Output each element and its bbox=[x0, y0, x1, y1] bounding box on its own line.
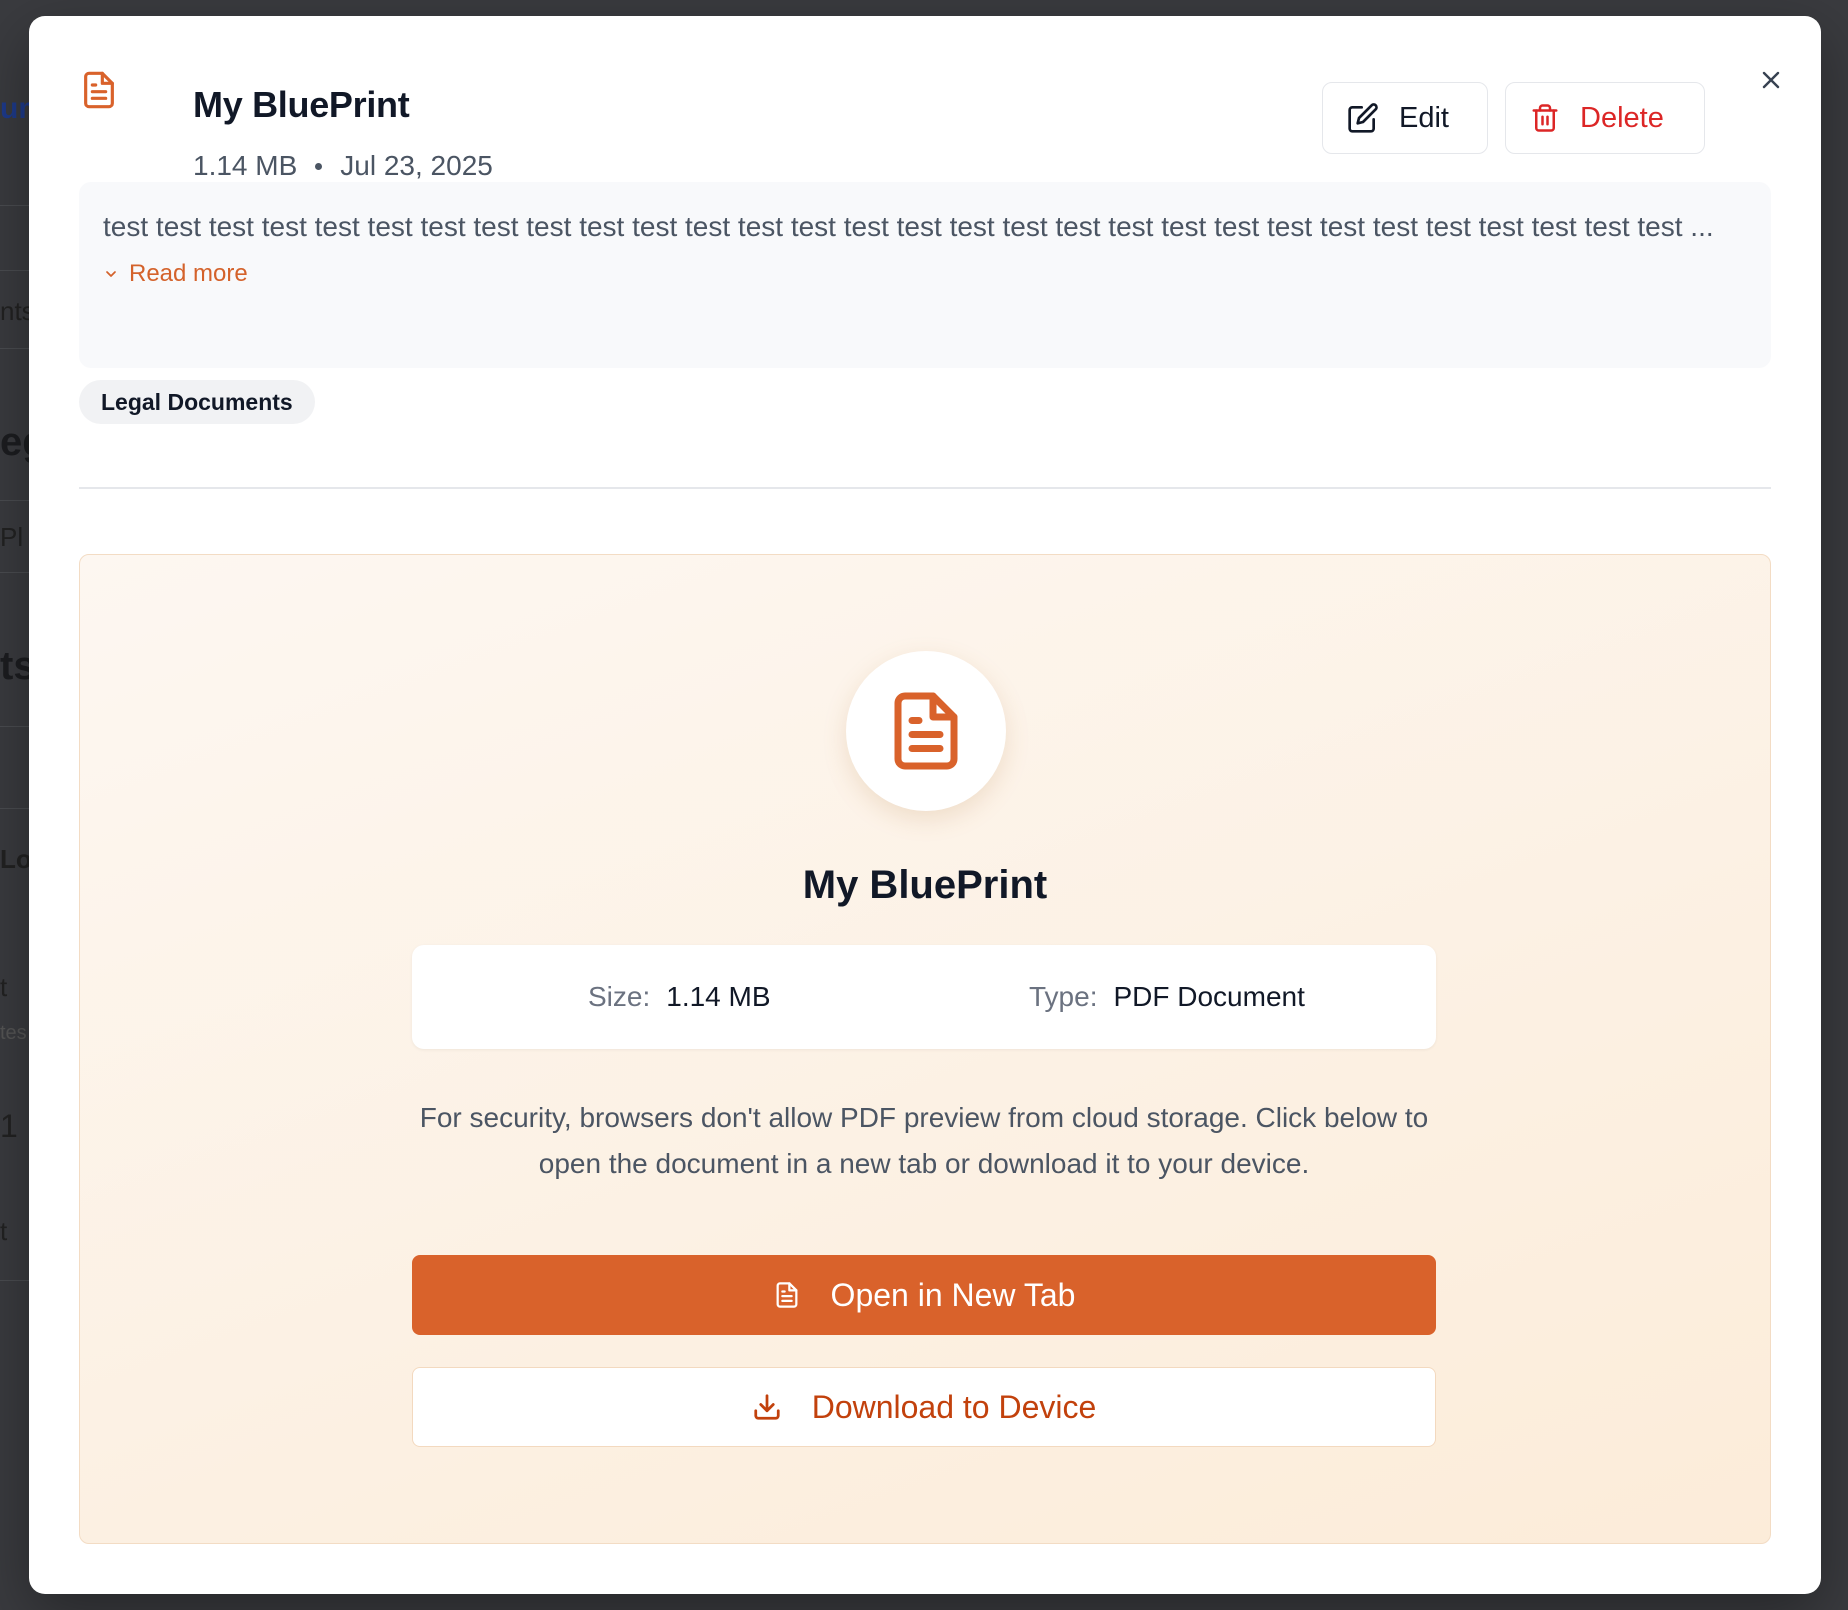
description-text: test test test test test test test test … bbox=[103, 211, 1714, 242]
bg-text: ts bbox=[0, 644, 30, 688]
document-size: 1.14 MB bbox=[193, 150, 298, 181]
document-title: My BluePrint bbox=[193, 84, 410, 125]
file-size-info: Size: 1.14 MB bbox=[588, 981, 771, 1013]
bg-text: tes bbox=[0, 1022, 27, 1044]
read-more-label: Read more bbox=[129, 260, 248, 287]
bg-text: um bbox=[0, 92, 30, 125]
download-icon bbox=[754, 1394, 780, 1420]
pdf-preview-panel: My BluePrint Size: 1.14 MB Type: PDF Doc… bbox=[79, 554, 1771, 1544]
edit-button[interactable]: Edit bbox=[1322, 82, 1488, 154]
modal-header: My BluePrint 1.14 MB Jul 23, 2025 Edit D… bbox=[79, 68, 1771, 188]
document-modal: My BluePrint 1.14 MB Jul 23, 2025 Edit D… bbox=[29, 16, 1821, 1594]
read-more-link[interactable]: Read more bbox=[103, 260, 248, 288]
bg-divider bbox=[0, 348, 30, 349]
file-type-info: Type: PDF Document bbox=[1029, 981, 1305, 1013]
download-button[interactable]: Download to Device bbox=[412, 1367, 1436, 1447]
chevron-down-icon bbox=[106, 271, 116, 277]
trash-icon bbox=[1532, 104, 1558, 132]
preview-title: My BluePrint bbox=[802, 863, 1048, 907]
type-label: Type: bbox=[1029, 981, 1098, 1012]
delete-button[interactable]: Delete bbox=[1505, 82, 1705, 154]
bg-divider bbox=[0, 808, 30, 809]
edit-button-label: Edit bbox=[1399, 101, 1449, 134]
security-notice: For security, browsers don't allow PDF p… bbox=[419, 1102, 1429, 1179]
bg-text: eg bbox=[0, 420, 30, 464]
bg-divider bbox=[0, 500, 30, 501]
open-new-tab-label: Open in New Tab bbox=[830, 1276, 1076, 1313]
edit-icon bbox=[1348, 103, 1378, 133]
document-date: Jul 23, 2025 bbox=[340, 150, 493, 181]
bg-text: nts bbox=[0, 296, 30, 326]
meta-separator bbox=[315, 162, 323, 170]
description-box: test test test test test test test test … bbox=[79, 182, 1771, 368]
delete-button-label: Delete bbox=[1580, 101, 1664, 134]
preview-icon-badge bbox=[846, 651, 1006, 811]
download-label: Download to Device bbox=[811, 1388, 1097, 1425]
category-tag: Legal Documents bbox=[79, 380, 315, 424]
bg-text: Lo bbox=[0, 844, 30, 874]
type-value: PDF Document bbox=[1113, 981, 1305, 1012]
bg-text: 1 bbox=[0, 1108, 18, 1144]
bg-divider bbox=[0, 726, 30, 727]
document-icon bbox=[84, 71, 114, 109]
bg-divider bbox=[0, 205, 30, 206]
size-value: 1.14 MB bbox=[666, 981, 771, 1012]
bg-divider bbox=[0, 270, 30, 271]
file-info-card: Size: 1.14 MB Type: PDF Document bbox=[412, 945, 1436, 1049]
bg-text: Pl bbox=[0, 522, 24, 552]
document-meta: 1.14 MB Jul 23, 2025 bbox=[193, 150, 493, 182]
bg-divider bbox=[0, 572, 30, 573]
bg-text: t bbox=[0, 972, 8, 1002]
pdf-document-icon bbox=[894, 692, 958, 770]
file-text-icon bbox=[776, 1282, 797, 1308]
size-label: Size: bbox=[588, 981, 651, 1012]
section-divider bbox=[79, 487, 1771, 489]
bg-text: t bbox=[0, 1216, 8, 1246]
open-new-tab-button[interactable]: Open in New Tab bbox=[412, 1255, 1436, 1335]
bg-divider bbox=[0, 1280, 30, 1281]
